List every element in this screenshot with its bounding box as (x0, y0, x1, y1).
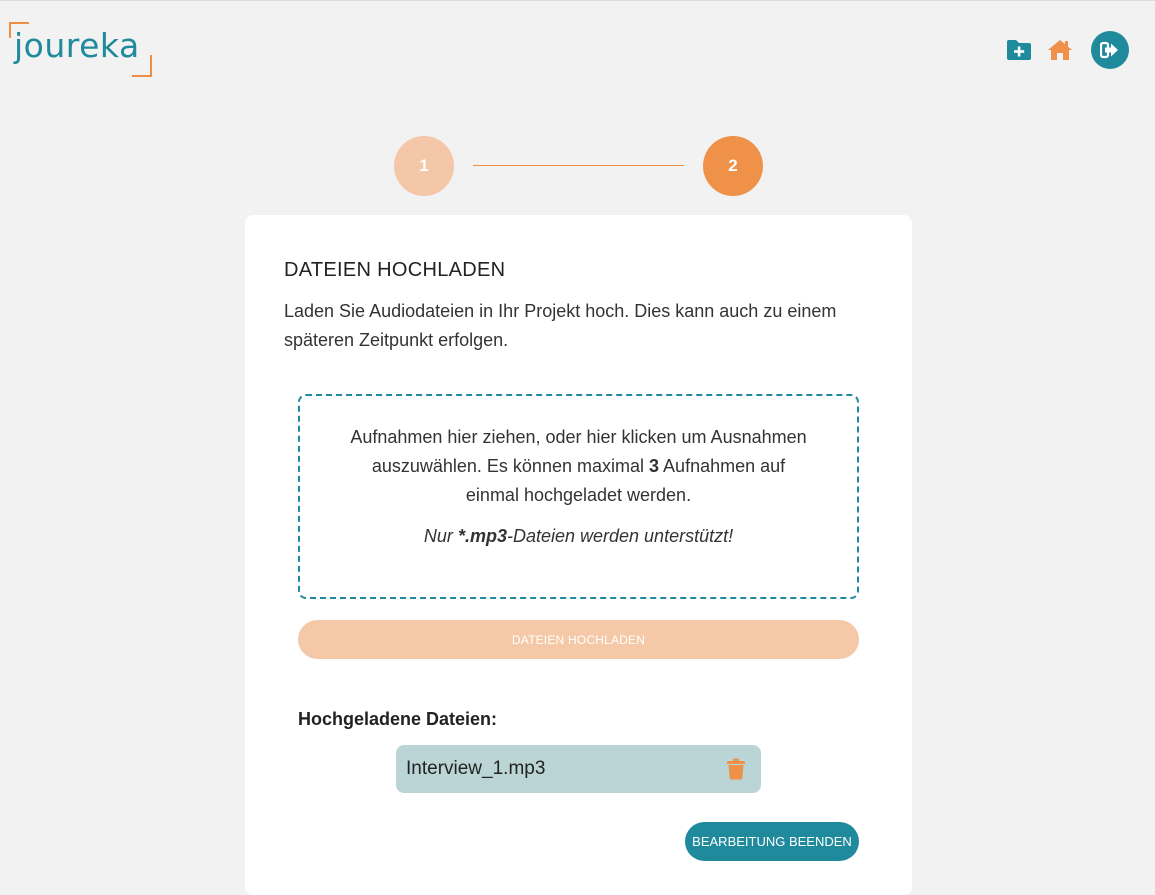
dropzone-max-files: 3 (649, 456, 660, 476)
file-dropzone[interactable]: Aufnahmen hier ziehen, oder hier klicken… (298, 394, 859, 599)
step-connector (473, 165, 684, 166)
uploaded-files-heading: Hochgeladene Dateien: (298, 709, 498, 729)
upload-files-button[interactable]: DATEIEN HOCHLADEN (298, 620, 859, 659)
logout-icon[interactable] (1091, 31, 1129, 69)
file-name: Interview_1.mp3 (406, 758, 546, 779)
home-icon[interactable] (1047, 38, 1073, 62)
uploaded-file-item: Interview_1.mp3 (396, 745, 761, 793)
header-actions (1005, 31, 1129, 69)
dropzone-note-ext: *.mp3 (457, 526, 507, 546)
dropzone-note-prefix: Nur (423, 526, 453, 546)
card-description: Laden Sie Audiodateien in Ihr Projekt ho… (284, 301, 837, 350)
stepper: 1 2 (394, 136, 763, 196)
dropzone-note-suffix: -Dateien werden unterstützt! (506, 526, 734, 546)
dropzone-note: Nur *.mp3-Dateien werden unterstützt! (300, 526, 857, 547)
upload-card: DATEIEN HOCHLADEN Laden Sie Audiodateien… (245, 215, 912, 895)
logo-corner-bottom-right (132, 55, 152, 77)
dropzone-instructions: Aufnahmen hier ziehen, oder hier klicken… (349, 423, 809, 510)
step-1[interactable]: 1 (394, 136, 454, 196)
logo-text: joureka (14, 26, 140, 65)
finish-editing-button[interactable]: BEARBEITUNG BEENDEN (685, 822, 859, 861)
trash-icon[interactable] (727, 758, 745, 780)
logo[interactable]: joureka (9, 22, 152, 77)
card-title: DATEIEN HOCHLADEN (284, 259, 506, 281)
step-2[interactable]: 2 (703, 136, 763, 196)
folder-plus-icon[interactable] (1005, 38, 1033, 62)
